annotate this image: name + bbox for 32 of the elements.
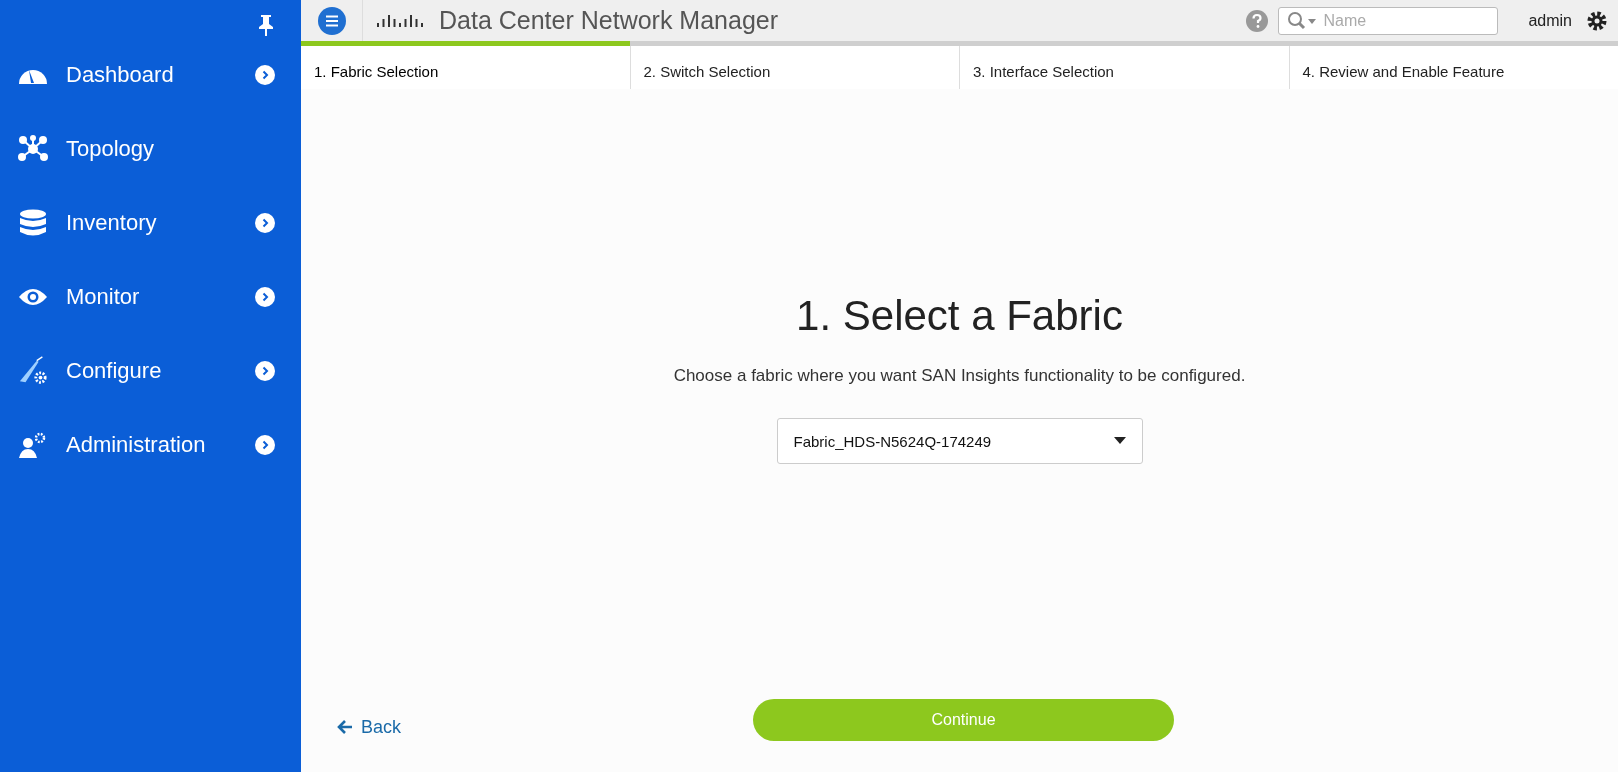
database-icon <box>19 209 47 237</box>
user-gear-icon <box>18 431 48 459</box>
wizard-step-tab[interactable]: 1. Fabric Selection <box>301 46 630 89</box>
chevron-right-icon <box>255 65 275 85</box>
back-link[interactable]: Back <box>337 716 402 738</box>
help-icon[interactable] <box>1246 9 1269 32</box>
chevron-right-icon <box>255 213 275 233</box>
chevron-right-icon <box>255 361 275 381</box>
sidebar-item[interactable]: Topology <box>0 112 301 186</box>
chevron-right-icon <box>255 435 275 455</box>
user-name[interactable]: admin <box>1528 11 1572 30</box>
pin-icon[interactable] <box>257 14 275 36</box>
fabric-dropdown[interactable]: Fabric_HDS-N5624Q-174249 <box>776 418 1143 464</box>
search-box[interactable]: Name <box>1278 6 1499 35</box>
network-nodes-icon <box>18 135 48 163</box>
caret-icon <box>1113 437 1126 445</box>
settings-icon[interactable] <box>1586 9 1608 32</box>
eye-icon <box>18 287 48 307</box>
sidebar-item[interactable]: Configure <box>0 334 301 408</box>
sidebar-item[interactable]: Monitor <box>0 260 301 334</box>
sidebar-item[interactable]: Inventory <box>0 186 301 260</box>
chevron-right-icon <box>255 287 275 307</box>
arrow-left-icon <box>337 720 353 734</box>
logo-bars-icon <box>375 13 425 28</box>
sidebar-item[interactable]: Dashboard <box>0 38 301 112</box>
tools-icon <box>18 356 48 386</box>
app-title: Data Center Network Manager <box>439 6 780 35</box>
sidebar-item[interactable]: Administration <box>0 408 301 482</box>
search-icon[interactable] <box>1287 10 1318 31</box>
description-text: Choose a fabric where you want SAN Insights functionality to be configured. <box>673 366 1246 386</box>
page-heading: 1. Select a Fabric <box>796 292 1123 340</box>
menu-icon[interactable] <box>317 6 346 35</box>
